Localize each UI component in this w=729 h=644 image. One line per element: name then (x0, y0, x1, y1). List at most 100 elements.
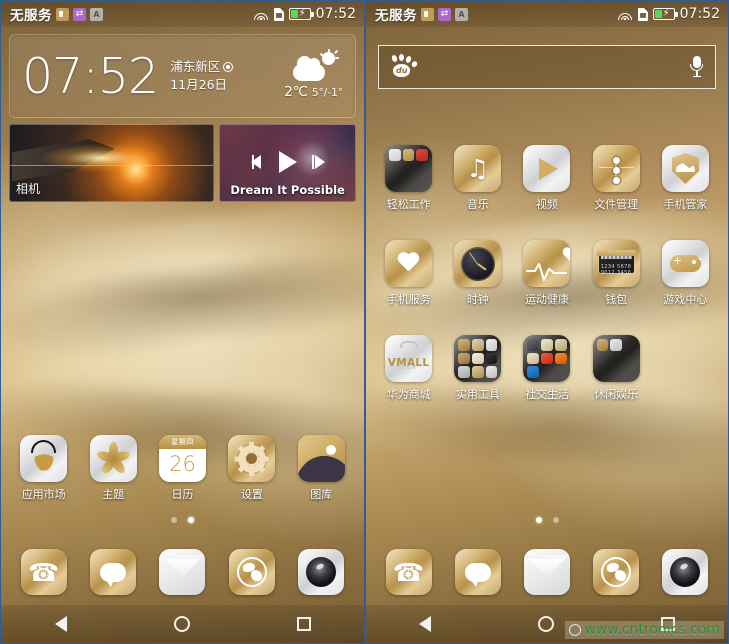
app-label: 钱包 (605, 293, 628, 306)
app-item-file-manager[interactable]: 文件管理 (582, 139, 651, 212)
sun-flare (41, 144, 162, 173)
photo-widget-label: 相机 (16, 182, 41, 196)
app-item-work-folder[interactable]: 轻松工作 (374, 139, 443, 212)
previous-track-icon[interactable] (250, 155, 261, 169)
wifi-icon (618, 8, 633, 20)
status-clock: 07:52 (315, 6, 356, 22)
app-item-tools-folder[interactable]: 实用工具 (443, 329, 512, 402)
app-item-appstore[interactable]: 应用市场 (9, 429, 78, 502)
heart-service-icon (385, 240, 433, 287)
dock-item-messages[interactable] (454, 543, 501, 595)
app-label: 休闲娱乐 (594, 388, 639, 401)
calendar-day: 26 (169, 452, 196, 476)
app-label: 视频 (535, 198, 558, 211)
page-dot-1[interactable] (535, 517, 542, 523)
app-item-entertainment-folder[interactable]: 休闲娱乐 (582, 329, 651, 402)
health-heartrate-icon (523, 240, 571, 287)
app-label: 设置 (240, 488, 263, 501)
calendar-icon: 星期四 26 (158, 435, 206, 482)
clock-weather-widget[interactable]: 07:52 浦东新区 11月26日 2℃ 5°/-1° (9, 34, 356, 118)
app-item-settings[interactable]: 设置 (217, 429, 286, 502)
wallet-card-icon: 1234 5678 9012 3456 (592, 240, 640, 287)
app-label: 音乐 (466, 198, 489, 211)
page-dot-2[interactable] (552, 517, 559, 523)
page-dot-1[interactable] (171, 517, 177, 523)
battery-charging-icon: ⚡ (288, 8, 314, 20)
temp-range: 5°/-1° (311, 87, 343, 99)
app-item-calendar[interactable]: 星期四 26 日历 (148, 429, 217, 502)
usb-debug-icon (455, 7, 468, 21)
watermark-ring-icon (569, 624, 582, 636)
folder-icon (523, 335, 571, 382)
folder-icon (592, 335, 640, 382)
status-bar[interactable]: 无服务 ⚡ 07:52 (366, 1, 728, 27)
sim-icon (273, 7, 284, 21)
next-track-icon[interactable] (311, 155, 325, 169)
search-input[interactable] (425, 59, 690, 75)
app-label: 手机管家 (663, 198, 708, 211)
recents-button[interactable] (296, 617, 311, 631)
app-item-vmall[interactable]: VMALL .COM 华为商城 (374, 329, 443, 402)
themes-icon (89, 435, 137, 482)
dock-item-camera[interactable] (662, 543, 709, 595)
app-item-game-center[interactable]: 游戏中心 (651, 234, 720, 307)
widget-time: 07:52 (22, 47, 159, 105)
notification-icon (421, 7, 434, 21)
back-button[interactable] (419, 616, 432, 632)
app-item-phone-service[interactable]: 手机服务 (374, 234, 443, 307)
dock-item-phone[interactable]: ☎ (385, 543, 432, 595)
app-item-themes[interactable]: 主题 (78, 429, 147, 502)
dock-item-messages[interactable] (90, 543, 137, 595)
page-dot-2[interactable] (188, 517, 194, 523)
app-item-video[interactable]: 视频 (512, 139, 581, 212)
app-item-music[interactable]: ♫ 音乐 (443, 139, 512, 212)
music-widget[interactable]: Dream It Possible (219, 124, 356, 202)
gamepad-icon (661, 240, 709, 287)
usb-debug-icon (90, 7, 103, 21)
dock-item-email[interactable] (523, 543, 570, 595)
widget-city: 浦东新区 (170, 58, 221, 74)
microphone-icon[interactable] (690, 56, 703, 78)
app-label: 实用工具 (455, 388, 500, 401)
camera-icon (662, 549, 709, 595)
app-label: 手机服务 (386, 293, 431, 306)
dock: ☎ (366, 543, 728, 595)
calendar-weekday: 星期四 (158, 435, 206, 449)
dock-item-browser[interactable] (228, 543, 275, 595)
left-phone-screen: 无服务 ⚡ 07:52 07:52 浦东新区 (0, 0, 365, 644)
email-icon (159, 549, 206, 595)
status-bar-left: 无服务 (375, 4, 468, 24)
app-item-health[interactable]: 运动健康 (512, 234, 581, 307)
widget-weather[interactable]: 2℃ 5°/-1° (284, 49, 343, 100)
analog-clock-icon (454, 240, 502, 287)
wifi-icon (254, 8, 269, 20)
app-item-phone-manager[interactable]: 手机管家 (651, 139, 720, 212)
huawei-appstore-icon (20, 435, 68, 482)
app-item-clock[interactable]: 时钟 (443, 234, 512, 307)
home-button[interactable] (173, 616, 190, 632)
dock-item-camera[interactable] (298, 543, 345, 595)
phone-icon: ☎ (385, 549, 432, 595)
dock-item-email[interactable] (159, 543, 206, 595)
app-label: 图库 (310, 488, 333, 501)
photo-widget[interactable]: 相机 (9, 124, 215, 202)
status-bar[interactable]: 无服务 ⚡ 07:52 (1, 1, 364, 27)
notification-icon (56, 7, 69, 21)
back-button[interactable] (54, 616, 67, 632)
browser-globe-icon (593, 549, 640, 595)
play-icon[interactable] (278, 151, 297, 173)
dock-item-phone[interactable]: ☎ (20, 543, 67, 595)
dock-item-browser[interactable] (593, 543, 640, 595)
app-item-social-folder[interactable]: 社交生活 (512, 329, 581, 402)
app-item-wallet[interactable]: 1234 5678 9012 3456 钱包 (582, 234, 651, 307)
baidu-search-widget[interactable]: du (378, 45, 716, 89)
home-button[interactable] (537, 616, 554, 632)
temp-current: 2℃ (284, 84, 308, 100)
app-label: 应用市场 (21, 488, 66, 501)
app-item-gallery[interactable]: 图库 (287, 429, 356, 502)
music-note-icon: ♫ (454, 145, 502, 192)
dock: ☎ (1, 543, 364, 595)
app-label: 运动健康 (524, 293, 569, 306)
music-title: Dream It Possible (230, 183, 345, 197)
settings-gear-icon (228, 435, 276, 482)
